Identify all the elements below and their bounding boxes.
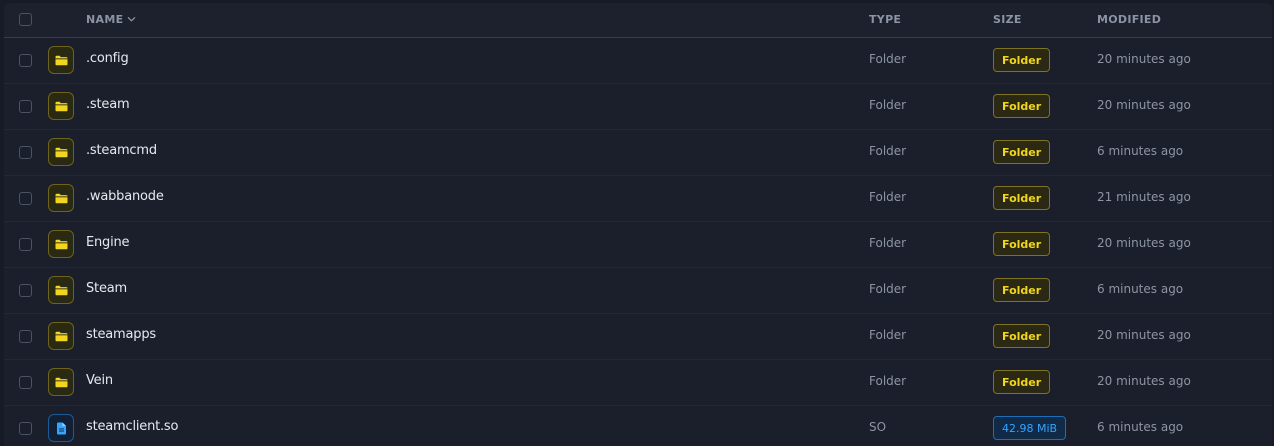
folder-icon bbox=[48, 230, 74, 258]
modified-time: 20 minutes ago bbox=[1097, 236, 1191, 250]
modified-time: 21 minutes ago bbox=[1097, 190, 1191, 204]
folder-icon bbox=[48, 92, 74, 120]
file-name[interactable]: .config bbox=[86, 51, 129, 66]
file-name[interactable]: Steam bbox=[86, 281, 127, 296]
file-type: Folder bbox=[869, 98, 907, 112]
size-badge: Folder bbox=[993, 48, 1051, 72]
modified-time: 20 minutes ago bbox=[1097, 374, 1191, 388]
file-type: Folder bbox=[869, 374, 907, 388]
table-row[interactable]: .steam Folder Folder 20 minutes ago bbox=[4, 84, 1272, 130]
size-badge: Folder bbox=[993, 186, 1051, 210]
row-checkbox[interactable] bbox=[19, 146, 32, 159]
size-badge: Folder bbox=[993, 232, 1051, 256]
column-header-size[interactable]: SIZE bbox=[993, 13, 1022, 26]
file-name[interactable]: steamclient.so bbox=[86, 419, 178, 434]
modified-time: 20 minutes ago bbox=[1097, 98, 1191, 112]
file-name[interactable]: .steam bbox=[86, 97, 130, 112]
chevron-down-icon bbox=[128, 17, 136, 22]
file-name[interactable]: Vein bbox=[86, 373, 113, 388]
folder-icon bbox=[48, 322, 74, 350]
row-checkbox[interactable] bbox=[19, 330, 32, 343]
row-checkbox[interactable] bbox=[19, 238, 32, 251]
modified-time: 20 minutes ago bbox=[1097, 52, 1191, 66]
file-type: SO bbox=[869, 420, 887, 434]
column-header-name-label: NAME bbox=[86, 13, 124, 26]
file-name[interactable]: steamapps bbox=[86, 327, 156, 342]
file-name[interactable]: Engine bbox=[86, 235, 130, 250]
modified-time: 6 minutes ago bbox=[1097, 282, 1184, 296]
row-checkbox[interactable] bbox=[19, 100, 32, 113]
table-row[interactable]: .config Folder Folder 20 minutes ago bbox=[4, 38, 1272, 84]
table-row[interactable]: .wabbanode Folder Folder 21 minutes ago bbox=[4, 176, 1272, 222]
file-table: NAME TYPE SIZE MODIFIED .config Folder F… bbox=[4, 3, 1272, 446]
modified-time: 6 minutes ago bbox=[1097, 420, 1184, 434]
table-row[interactable]: steamclient.so SO 42.98 MiB 6 minutes ag… bbox=[4, 406, 1272, 446]
file-name[interactable]: .steamcmd bbox=[86, 143, 157, 158]
file-type: Folder bbox=[869, 52, 907, 66]
file-type: Folder bbox=[869, 144, 907, 158]
table-row[interactable]: Vein Folder Folder 20 minutes ago bbox=[4, 360, 1272, 406]
modified-time: 6 minutes ago bbox=[1097, 144, 1184, 158]
size-badge: Folder bbox=[993, 370, 1051, 394]
size-badge: Folder bbox=[993, 94, 1051, 118]
file-type: Folder bbox=[869, 190, 907, 204]
row-checkbox[interactable] bbox=[19, 54, 32, 67]
table-row[interactable]: steamapps Folder Folder 20 minutes ago bbox=[4, 314, 1272, 360]
folder-icon bbox=[48, 276, 74, 304]
file-type: Folder bbox=[869, 282, 907, 296]
row-checkbox[interactable] bbox=[19, 422, 32, 435]
size-badge: Folder bbox=[993, 140, 1051, 164]
size-badge: Folder bbox=[993, 278, 1051, 302]
folder-icon bbox=[48, 184, 74, 212]
file-name[interactable]: .wabbanode bbox=[86, 189, 164, 204]
row-checkbox[interactable] bbox=[19, 376, 32, 389]
modified-time: 20 minutes ago bbox=[1097, 328, 1191, 342]
file-type: Folder bbox=[869, 328, 907, 342]
file-icon bbox=[48, 414, 74, 442]
table-header: NAME TYPE SIZE MODIFIED bbox=[4, 3, 1272, 38]
folder-icon bbox=[48, 138, 74, 166]
table-row[interactable]: Engine Folder Folder 20 minutes ago bbox=[4, 222, 1272, 268]
select-all-checkbox[interactable] bbox=[19, 13, 32, 26]
row-checkbox[interactable] bbox=[19, 284, 32, 297]
column-header-type[interactable]: TYPE bbox=[869, 13, 901, 26]
row-checkbox[interactable] bbox=[19, 192, 32, 205]
size-badge: 42.98 MiB bbox=[993, 416, 1067, 440]
folder-icon bbox=[48, 46, 74, 74]
column-header-modified[interactable]: MODIFIED bbox=[1097, 13, 1161, 26]
size-badge: Folder bbox=[993, 324, 1051, 348]
table-row[interactable]: .steamcmd Folder Folder 6 minutes ago bbox=[4, 130, 1272, 176]
column-header-name[interactable]: NAME bbox=[86, 13, 136, 26]
folder-icon bbox=[48, 368, 74, 396]
file-type: Folder bbox=[869, 236, 907, 250]
table-row[interactable]: Steam Folder Folder 6 minutes ago bbox=[4, 268, 1272, 314]
